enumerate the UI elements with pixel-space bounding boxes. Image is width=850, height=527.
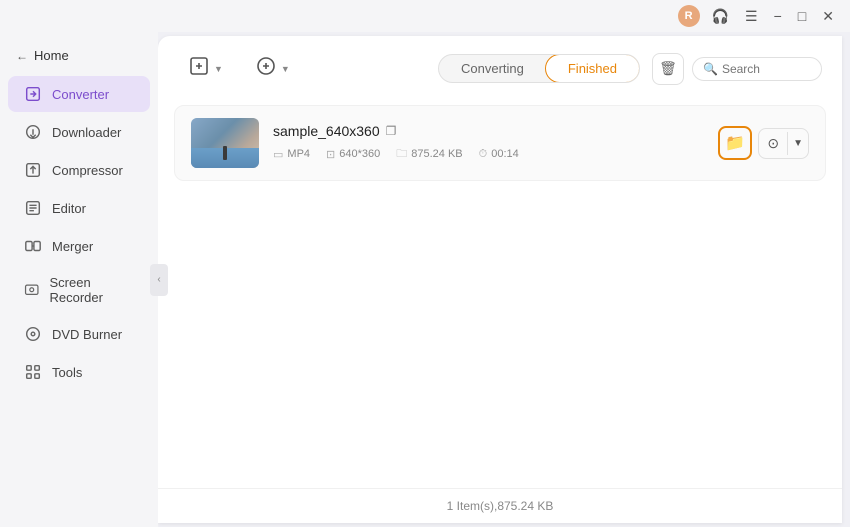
toolbar-right: 🗑 🔍 bbox=[652, 53, 822, 85]
search-box: 🔍 bbox=[692, 57, 822, 81]
close-icon[interactable]: ✕ bbox=[818, 6, 838, 27]
size-icon: 🗀 bbox=[396, 145, 407, 164]
file-format: ▭ MP4 bbox=[273, 148, 310, 161]
add-file-chevron: ▼ bbox=[214, 64, 223, 74]
sidebar-item-screen-recorder-label: Screen Recorder bbox=[49, 275, 134, 305]
sidebar-item-editor-label: Editor bbox=[52, 201, 86, 216]
search-icon: 🔍 bbox=[703, 62, 718, 76]
sidebar-item-converter[interactable]: Converter bbox=[8, 76, 150, 112]
file-name-row: sample_640x360 ❐ bbox=[273, 123, 704, 139]
home-link[interactable]: ← Home bbox=[0, 40, 158, 75]
sidebar-item-editor[interactable]: Editor bbox=[8, 190, 150, 226]
sidebar-item-merger-label: Merger bbox=[52, 239, 93, 254]
file-thumbnail bbox=[191, 118, 259, 168]
sidebar-item-dvd-burner[interactable]: DVD Burner bbox=[8, 316, 150, 352]
file-info: sample_640x360 ❐ ▭ MP4 ⊡ 640*360 bbox=[273, 123, 704, 164]
home-label: Home bbox=[34, 48, 69, 63]
status-text: 1 Item(s),875.24 KB bbox=[447, 499, 554, 513]
file-list: sample_640x360 ❐ ▭ MP4 ⊡ 640*360 bbox=[158, 97, 842, 488]
sidebar-item-downloader-label: Downloader bbox=[52, 125, 121, 140]
merger-icon bbox=[24, 237, 42, 255]
chevron-down-icon: ▼ bbox=[787, 132, 808, 155]
main-content: ▼ ▼ Converting Finished 🗑 bbox=[158, 36, 842, 523]
clear-all-button[interactable]: 🗑 bbox=[652, 53, 684, 85]
add-file-button[interactable]: ▼ bbox=[178, 50, 233, 87]
sidebar: ← Home Converter Downloader bbox=[0, 32, 158, 527]
minimize-icon[interactable]: − bbox=[770, 6, 786, 26]
tools-icon bbox=[24, 363, 42, 381]
screen-recorder-icon bbox=[24, 281, 39, 299]
toolbar: ▼ ▼ Converting Finished 🗑 bbox=[158, 36, 842, 97]
resolution-icon: ⊡ bbox=[326, 148, 335, 161]
sidebar-item-converter-label: Converter bbox=[52, 87, 109, 102]
thumbnail-image bbox=[191, 118, 259, 168]
compressor-icon bbox=[24, 161, 42, 179]
maximize-icon[interactable]: □ bbox=[794, 6, 810, 26]
sidebar-item-screen-recorder[interactable]: Screen Recorder bbox=[8, 266, 150, 314]
tab-converting[interactable]: Converting bbox=[439, 55, 546, 82]
collapse-sidebar-button[interactable]: ‹ bbox=[150, 264, 168, 296]
more-icon: ⊙ bbox=[759, 129, 787, 158]
file-name: sample_640x360 bbox=[273, 123, 380, 139]
file-size: 🗀 875.24 KB bbox=[396, 145, 462, 164]
open-folder-button[interactable]: 📁 bbox=[718, 126, 752, 160]
converter-icon bbox=[24, 85, 42, 103]
app-body: ← Home Converter Downloader bbox=[0, 32, 850, 527]
add-url-icon bbox=[255, 55, 277, 82]
file-actions: 📁 ⊙ ▼ bbox=[718, 126, 809, 160]
add-url-button[interactable]: ▼ bbox=[245, 50, 300, 87]
file-duration: ⏱ 00:14 bbox=[479, 148, 519, 161]
editor-icon bbox=[24, 199, 42, 217]
downloader-icon bbox=[24, 123, 42, 141]
title-bar: R 🎧 ☰ − □ ✕ bbox=[0, 0, 850, 32]
search-input[interactable] bbox=[722, 62, 812, 76]
tab-finished[interactable]: Finished bbox=[545, 54, 640, 83]
status-bar: 1 Item(s),875.24 KB bbox=[158, 488, 842, 523]
headphone-icon[interactable]: 🎧 bbox=[708, 6, 733, 27]
tab-group: Converting Finished bbox=[438, 54, 640, 83]
file-resolution: ⊡ 640*360 bbox=[326, 148, 380, 161]
sidebar-item-dvd-burner-label: DVD Burner bbox=[52, 327, 122, 342]
sidebar-item-tools[interactable]: Tools bbox=[8, 354, 150, 390]
open-external-icon[interactable]: ❐ bbox=[386, 124, 397, 138]
sidebar-item-merger[interactable]: Merger bbox=[8, 228, 150, 264]
sidebar-item-downloader[interactable]: Downloader bbox=[8, 114, 150, 150]
format-icon: ▭ bbox=[273, 148, 283, 161]
avatar[interactable]: R bbox=[678, 5, 700, 27]
menu-icon[interactable]: ☰ bbox=[741, 6, 762, 27]
more-actions-button[interactable]: ⊙ ▼ bbox=[758, 128, 809, 159]
clock-icon: ⏱ bbox=[479, 148, 488, 161]
trash-icon: 🗑 bbox=[659, 60, 677, 77]
dvd-burner-icon bbox=[24, 325, 42, 343]
add-file-icon bbox=[188, 55, 210, 82]
add-url-chevron: ▼ bbox=[281, 64, 290, 74]
table-row: sample_640x360 ❐ ▭ MP4 ⊡ 640*360 bbox=[174, 105, 826, 181]
back-arrow-icon: ← bbox=[16, 49, 28, 63]
file-meta: ▭ MP4 ⊡ 640*360 🗀 875.24 KB ⏱ bbox=[273, 145, 704, 164]
sidebar-item-compressor-label: Compressor bbox=[52, 163, 123, 178]
folder-icon: 📁 bbox=[725, 133, 745, 153]
sidebar-item-tools-label: Tools bbox=[52, 365, 82, 380]
sidebar-item-compressor[interactable]: Compressor bbox=[8, 152, 150, 188]
